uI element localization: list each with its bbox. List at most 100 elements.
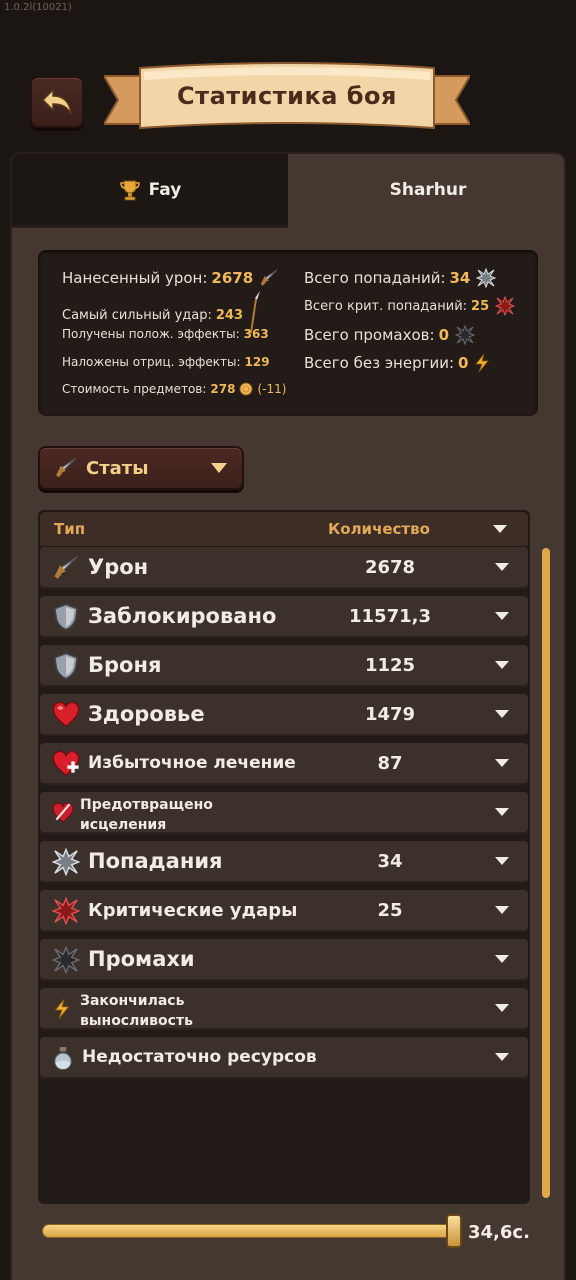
row-label: Предотвращено исцеления	[80, 797, 213, 833]
chevron-down-icon[interactable]	[494, 1052, 510, 1062]
hit-icon	[476, 268, 497, 288]
row-value: 25	[377, 900, 403, 921]
total-hits-stat: Всего попаданий: 34	[304, 268, 497, 288]
total-crits-label: Всего крит. попаданий:	[304, 298, 468, 314]
chevron-down-icon[interactable]	[494, 660, 510, 670]
row-value: 11571,3	[349, 606, 431, 627]
potion-icon	[54, 1047, 72, 1070]
chevron-down-icon[interactable]	[494, 905, 510, 915]
shield-icon	[53, 652, 79, 680]
sword-icon	[54, 556, 78, 579]
row-label: Избыточное лечение	[88, 753, 296, 773]
page-title: Статистика боя	[177, 82, 397, 110]
chevron-down-icon[interactable]	[494, 807, 510, 817]
positive-effects-value: 363	[243, 327, 269, 341]
negative-effects-value: 129	[244, 355, 270, 369]
timeline-time: 34,6с.	[468, 1222, 530, 1243]
positive-effects-label: Получены полож. эффекты:	[62, 327, 240, 341]
sword-icon	[55, 457, 77, 478]
total-misses-label: Всего промахов:	[304, 326, 435, 344]
row-label: Попадания	[88, 849, 223, 873]
chevron-down-icon[interactable]	[494, 611, 510, 621]
miss-icon	[52, 946, 80, 974]
row-label: Недостаточно ресурсов	[82, 1047, 317, 1067]
chevron-down-icon[interactable]	[494, 954, 510, 964]
row-value: 1479	[364, 704, 416, 725]
items-cost-stat: Стоимость предметов: 278 (-11)	[62, 382, 286, 396]
timeline-slider[interactable]	[42, 1224, 454, 1238]
coin-icon	[239, 382, 253, 396]
row-value: 87	[377, 753, 403, 774]
chevron-down-icon[interactable]	[494, 562, 510, 572]
tab-fay-label: Fay	[148, 180, 182, 200]
crit-icon	[52, 897, 80, 925]
row-label: Заблокировано	[88, 604, 277, 628]
heart-plus-icon	[52, 750, 80, 777]
table-row[interactable]: Недостаточно ресурсов	[40, 1037, 528, 1079]
table-row[interactable]: Попадания 34	[40, 841, 528, 883]
items-cost-value: 278	[210, 382, 236, 396]
table-row[interactable]: Промахи	[40, 939, 528, 981]
lightning-icon	[54, 998, 70, 1020]
tab-fay[interactable]: Fay	[10, 152, 288, 228]
version-label: 1.0.2l(10021)	[4, 2, 72, 13]
row-label: Урон	[88, 555, 149, 579]
total-misses-stat: Всего промахов: 0	[304, 325, 475, 345]
heart-icon	[52, 701, 80, 728]
table-scrollbar[interactable]	[542, 548, 550, 1198]
crit-icon	[495, 296, 516, 316]
lightning-icon	[475, 353, 490, 373]
table-row[interactable]: Предотвращено исцеления	[40, 792, 528, 834]
chevron-down-icon[interactable]	[494, 856, 510, 866]
damage-dealt-value: 2678	[211, 269, 254, 287]
items-cost-delta: (-11)	[257, 382, 287, 396]
shield-icon	[53, 603, 79, 631]
damage-dealt-label: Нанесенный урон:	[62, 269, 208, 287]
total-misses-value: 0	[438, 326, 449, 344]
total-crits-value: 25	[471, 298, 490, 314]
total-no-energy-value: 0	[458, 354, 469, 372]
stats-filter-dropdown[interactable]: Статы	[38, 446, 244, 490]
summary-box: Нанесенный урон: 2678 Самый сильный удар…	[38, 250, 538, 416]
table-row[interactable]: Критические удары 25	[40, 890, 528, 932]
total-hits-value: 34	[449, 269, 471, 287]
negative-effects-label: Наложены отриц. эффекты:	[62, 355, 241, 369]
total-hits-label: Всего попаданий:	[304, 269, 446, 287]
table-row[interactable]: Закончилась выносливость	[40, 988, 528, 1030]
back-arrow-icon	[41, 88, 72, 115]
row-label: Промахи	[88, 947, 195, 971]
row-label: Закончилась выносливость	[80, 993, 193, 1029]
sword-icon	[260, 269, 278, 286]
table-row[interactable]: Броня 1125	[40, 645, 528, 687]
chevron-down-icon	[211, 463, 227, 473]
table-row[interactable]: Здоровье 1479	[40, 694, 528, 736]
tab-sharhur[interactable]: Sharhur	[290, 152, 566, 228]
row-label: Здоровье	[88, 702, 205, 726]
chevron-down-icon[interactable]	[494, 1003, 510, 1013]
table-header: Тип Количество	[40, 512, 528, 546]
row-value: 34	[377, 851, 403, 872]
positive-effects-stat: Получены полож. эффекты: 363	[62, 327, 269, 341]
back-button[interactable]	[30, 76, 84, 128]
table-row[interactable]: Избыточное лечение 87	[40, 743, 528, 785]
row-label: Критические удары	[88, 900, 298, 921]
miss-icon	[455, 325, 475, 345]
chevron-down-icon[interactable]	[494, 758, 510, 768]
strongest-hit-label: Самый сильный удар:	[62, 307, 212, 323]
row-value: 1125	[364, 655, 416, 676]
negative-effects-stat: Наложены отриц. эффекты: 129	[62, 355, 270, 369]
total-no-energy-stat: Всего без энергии: 0	[304, 353, 490, 373]
chevron-down-icon[interactable]	[492, 524, 508, 534]
timeline-slider-handle[interactable]	[446, 1214, 462, 1248]
column-header-type: Тип	[54, 520, 86, 538]
row-label: Броня	[88, 653, 162, 677]
title-banner: Статистика боя	[102, 62, 472, 138]
strongest-hit-value: 243	[215, 307, 244, 323]
total-crits-stat: Всего крит. попаданий: 25	[304, 296, 516, 316]
filter-selected-label: Статы	[86, 457, 149, 479]
total-no-energy-label: Всего без энергии:	[304, 354, 455, 372]
row-value: 2678	[364, 557, 416, 578]
table-row[interactable]: Урон 2678	[40, 547, 528, 589]
table-row[interactable]: Заблокировано 11571,3	[40, 596, 528, 638]
chevron-down-icon[interactable]	[494, 709, 510, 719]
